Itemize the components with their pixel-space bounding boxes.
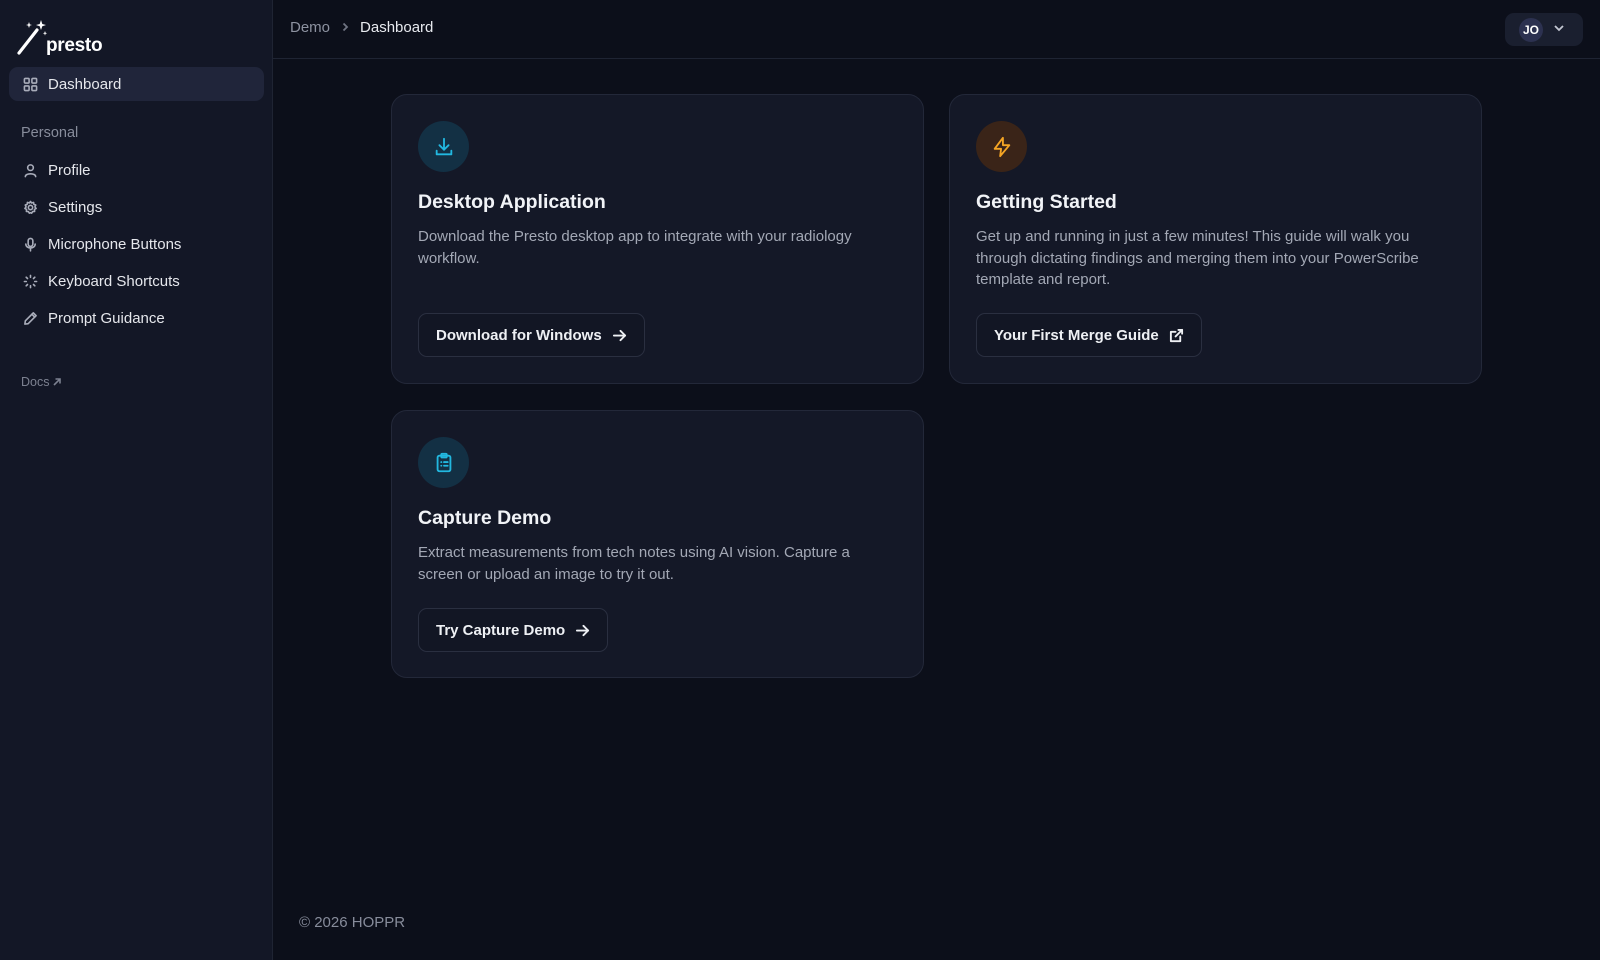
sidebar-item-label: Settings xyxy=(48,198,103,216)
sidebar-item-label: Microphone Buttons xyxy=(48,235,182,253)
sidebar-item-keyboard-shortcuts[interactable]: Keyboard Shortcuts xyxy=(9,264,264,298)
docs-link-label: Docs xyxy=(21,375,50,389)
card-title: Capture Demo xyxy=(418,507,552,529)
card-title: Desktop Application xyxy=(418,191,606,213)
sidebar-item-prompt-guidance[interactable]: Prompt Guidance xyxy=(9,301,264,335)
card-description: Get up and running in just a few minutes… xyxy=(976,228,1419,288)
card-getting-started: Getting Started Get up and running in ju… xyxy=(949,94,1482,384)
chevron-right-icon xyxy=(340,19,350,36)
breadcrumb: Demo Dashboard xyxy=(290,19,433,36)
arrow-right-icon xyxy=(576,624,590,636)
loader-icon xyxy=(22,273,38,289)
download-icon xyxy=(418,121,469,172)
external-link-icon xyxy=(1169,328,1183,342)
lightning-icon xyxy=(976,121,1027,172)
button-label: Try Capture Demo xyxy=(436,621,566,639)
sidebar-item-settings[interactable]: Settings xyxy=(9,190,264,224)
dashboard-grid-icon xyxy=(22,76,38,92)
gear-icon xyxy=(22,199,38,215)
card-title: Getting Started xyxy=(976,191,1117,213)
user-menu-button[interactable]: JO xyxy=(1505,13,1583,46)
button-label: Download for Windows xyxy=(436,326,602,344)
app-logo[interactable]: presto xyxy=(16,16,103,56)
pencil-icon xyxy=(22,310,38,326)
download-for-windows-button[interactable]: Download for Windows xyxy=(418,313,645,357)
sidebar-section-personal: Personal xyxy=(21,125,79,141)
breadcrumb-demo[interactable]: Demo xyxy=(290,19,330,36)
clipboard-list-icon xyxy=(418,437,469,488)
docs-link[interactable]: Docs xyxy=(21,375,62,389)
top-header: Demo Dashboard JO xyxy=(273,0,1600,59)
card-capture-demo: Capture Demo Extract measurements from t… xyxy=(391,410,924,678)
breadcrumb-dashboard: Dashboard xyxy=(360,19,434,36)
sidebar-item-label: Keyboard Shortcuts xyxy=(48,272,180,290)
card-description: Extract measurements from tech notes usi… xyxy=(418,544,850,583)
arrow-up-right-icon xyxy=(53,378,62,386)
first-merge-guide-button[interactable]: Your First Merge Guide xyxy=(976,313,1202,357)
sidebar-item-dashboard[interactable]: Dashboard xyxy=(9,67,264,101)
footer-copyright: © 2026 HOPPR xyxy=(299,914,406,931)
arrow-right-icon xyxy=(612,329,626,341)
microphone-icon xyxy=(22,236,38,252)
sidebar: presto Dashboard Personal Profile Settin… xyxy=(0,0,273,960)
avatar: JO xyxy=(1519,17,1543,42)
sidebar-item-label: Profile xyxy=(48,161,91,179)
user-icon xyxy=(22,162,38,178)
app-name: presto xyxy=(46,35,103,56)
sidebar-item-profile[interactable]: Profile xyxy=(9,153,264,187)
magic-wand-icon xyxy=(17,20,48,55)
button-label: Your First Merge Guide xyxy=(994,326,1159,344)
try-capture-demo-button[interactable]: Try Capture Demo xyxy=(418,608,609,652)
sidebar-item-label: Prompt Guidance xyxy=(48,309,165,327)
sidebar-item-microphone-buttons[interactable]: Microphone Buttons xyxy=(9,227,264,261)
sidebar-item-label: Dashboard xyxy=(48,75,122,93)
card-description: Download the Presto desktop app to integ… xyxy=(418,228,852,267)
card-desktop-application: Desktop Application Download the Presto … xyxy=(391,94,924,384)
chevron-down-icon xyxy=(1553,21,1565,39)
